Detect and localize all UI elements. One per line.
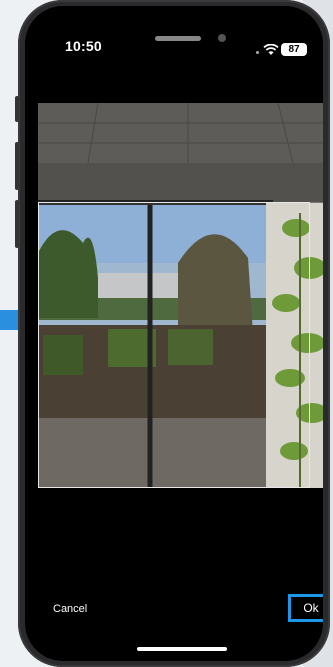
crop-dim-overlay bbox=[38, 103, 323, 202]
status-bar: 10:50 87 bbox=[25, 6, 323, 62]
speaker-pill bbox=[155, 36, 201, 41]
cancel-button[interactable]: Cancel bbox=[53, 603, 87, 615]
volume-down-button bbox=[15, 200, 19, 248]
phone-frame: 10:50 87 Cancel Ok bbox=[15, 0, 330, 667]
action-button bbox=[15, 96, 19, 122]
camera-dot bbox=[218, 34, 226, 42]
home-indicator[interactable] bbox=[137, 647, 227, 651]
status-time: 10:50 bbox=[65, 38, 102, 54]
battery-icon: 87 bbox=[281, 43, 307, 56]
ok-button[interactable]: Ok bbox=[288, 594, 323, 622]
wifi-icon bbox=[263, 44, 279, 55]
phone-screen: 10:50 87 Cancel Ok bbox=[25, 6, 323, 661]
signal-dot bbox=[256, 51, 259, 54]
background-accent-strip bbox=[0, 310, 18, 330]
volume-up-button bbox=[15, 142, 19, 190]
